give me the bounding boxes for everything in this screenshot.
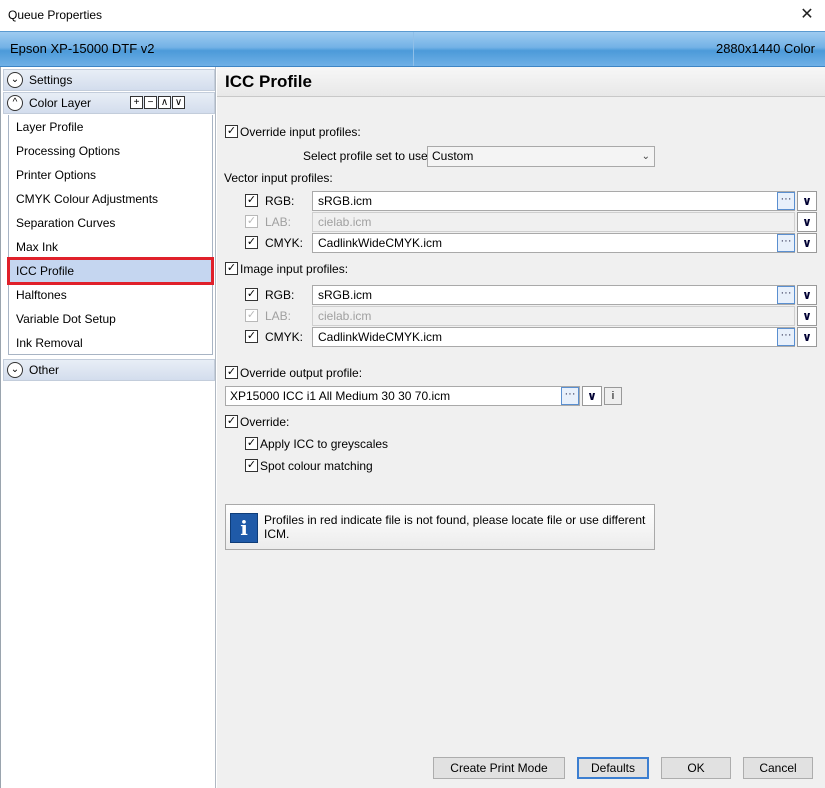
- vector-cmyk-field[interactable]: CadlinkWideCMYK.icm: [312, 233, 795, 253]
- override-output-label: Override output profile:: [240, 366, 363, 380]
- vector-cmyk-browse-button[interactable]: ···: [777, 234, 795, 252]
- info-icon: i: [230, 513, 258, 543]
- other-label: Other: [29, 363, 60, 377]
- vector-lab-label: LAB:: [265, 215, 292, 229]
- vector-cmyk-label: CMYK:: [265, 236, 304, 250]
- window-title: Queue Properties: [8, 8, 103, 22]
- info-message: i Profiles in red indicate file is not f…: [225, 504, 655, 550]
- override-checkbox[interactable]: ✓: [225, 415, 238, 428]
- sidebar-item-separation-curves[interactable]: Separation Curves: [9, 211, 212, 235]
- color-layer-section[interactable]: ^ Color Layer + − ∧ ∨: [3, 92, 215, 114]
- sidebar-item-processing-options[interactable]: Processing Options: [9, 139, 212, 163]
- chevron-down-icon[interactable]: ⌄: [7, 362, 23, 378]
- remove-layer-button[interactable]: −: [144, 96, 157, 109]
- cancel-button[interactable]: Cancel: [743, 757, 813, 779]
- sidebar-item-layer-profile[interactable]: Layer Profile: [9, 115, 212, 139]
- color-layer-label: Color Layer: [29, 96, 92, 110]
- page-title: ICC Profile: [225, 72, 312, 91]
- image-cmyk-label: CMYK:: [265, 330, 304, 344]
- vector-rgb-browse-button[interactable]: ···: [777, 192, 795, 210]
- output-browse-button[interactable]: ···: [561, 387, 579, 405]
- chevron-down-icon: ⌄: [641, 151, 650, 162]
- printer-header: Epson XP-15000 DTF v2 2880x1440 Color: [0, 31, 825, 67]
- vector-lab-field: cielab.icm: [312, 212, 795, 232]
- vector-rgb-checkbox[interactable]: ✓: [245, 194, 258, 207]
- resolution-label: 2880x1440 Color: [715, 41, 815, 56]
- defaults-button[interactable]: Defaults: [577, 757, 649, 779]
- create-print-mode-button[interactable]: Create Print Mode: [433, 757, 565, 779]
- profile-set-value: Custom: [432, 149, 474, 163]
- vector-cmyk-dropdown[interactable]: ∨: [797, 233, 817, 253]
- image-rgb-field[interactable]: sRGB.icm: [312, 285, 795, 305]
- info-text: Profiles in red indicate file is not fou…: [264, 513, 646, 541]
- sidebar-item-printer-options[interactable]: Printer Options: [9, 163, 212, 187]
- sidebar-item-variable-dot-setup[interactable]: Variable Dot Setup: [9, 307, 212, 331]
- image-rgb-browse-button[interactable]: ···: [777, 286, 795, 304]
- image-rgb-dropdown[interactable]: ∨: [797, 285, 817, 305]
- vector-input-label: Vector input profiles:: [224, 171, 333, 185]
- vector-cmyk-checkbox[interactable]: ✓: [245, 236, 258, 249]
- image-rgb-checkbox[interactable]: ✓: [245, 288, 258, 301]
- sidebar-item-max-ink[interactable]: Max Ink: [9, 235, 212, 259]
- spot-colour-matching-label: Spot colour matching: [260, 459, 373, 473]
- title-bar: Queue Properties ✕: [0, 0, 825, 31]
- override-label: Override:: [240, 415, 290, 429]
- image-lab-dropdown[interactable]: ∨: [797, 306, 817, 326]
- header-divider: [413, 32, 414, 66]
- apply-icc-greyscales-label: Apply ICC to greyscales: [260, 437, 389, 451]
- image-lab-field: cielab.icm: [312, 306, 795, 326]
- settings-section[interactable]: ⌄ Settings: [3, 69, 215, 91]
- override-input-label: Override input profiles:: [240, 125, 361, 139]
- sidebar: ⌄ Settings ^ Color Layer + − ∧ ∨ Layer Prof…: [0, 67, 216, 788]
- chevron-down-icon[interactable]: ⌄: [7, 72, 23, 88]
- image-cmyk-dropdown[interactable]: ∨: [797, 327, 817, 347]
- override-output-checkbox[interactable]: ✓: [225, 366, 238, 379]
- ok-button[interactable]: OK: [661, 757, 731, 779]
- sidebar-item-ink-removal[interactable]: Ink Removal: [9, 331, 212, 355]
- printer-name: Epson XP-15000 DTF v2: [10, 41, 155, 56]
- sidebar-item-icc-profile[interactable]: ICC Profile: [7, 257, 214, 285]
- chevron-up-icon[interactable]: ^: [7, 95, 23, 111]
- page-title-bar: ICC Profile: [217, 67, 825, 97]
- profile-set-select[interactable]: Custom ⌄: [427, 146, 655, 167]
- image-lab-checkbox: ✓: [245, 309, 258, 322]
- image-cmyk-field[interactable]: CadlinkWideCMYK.icm: [312, 327, 795, 347]
- override-input-checkbox[interactable]: ✓: [225, 125, 238, 138]
- close-icon[interactable]: ✕: [795, 3, 819, 27]
- move-up-button[interactable]: ∧: [158, 96, 171, 109]
- layer-tools: + − ∧ ∨: [130, 96, 186, 110]
- color-layer-list: Layer Profile Processing Options Printer…: [7, 115, 214, 355]
- vector-lab-dropdown[interactable]: ∨: [797, 212, 817, 232]
- image-input-checkbox[interactable]: ✓: [225, 262, 238, 275]
- image-lab-label: LAB:: [265, 309, 292, 323]
- main-panel: ICC Profile ✓ Override input profiles: S…: [217, 67, 825, 788]
- vector-lab-checkbox: ✓: [245, 215, 258, 228]
- move-down-button[interactable]: ∨: [172, 96, 185, 109]
- other-section[interactable]: ⌄ Other: [3, 359, 215, 381]
- output-info-button[interactable]: i: [604, 387, 622, 405]
- settings-label: Settings: [29, 73, 73, 87]
- profile-set-label: Select profile set to use:: [303, 149, 432, 163]
- image-cmyk-browse-button[interactable]: ···: [777, 328, 795, 346]
- vector-rgb-field[interactable]: sRGB.icm: [312, 191, 795, 211]
- image-rgb-label: RGB:: [265, 288, 295, 302]
- add-layer-button[interactable]: +: [130, 96, 143, 109]
- output-profile-field[interactable]: XP15000 ICC i1 All Medium 30 30 70.icm: [225, 386, 580, 406]
- image-cmyk-checkbox[interactable]: ✓: [245, 330, 258, 343]
- output-dropdown[interactable]: ∨: [582, 386, 602, 406]
- image-input-label: Image input profiles:: [240, 262, 349, 276]
- sidebar-item-halftones[interactable]: Halftones: [9, 283, 212, 307]
- sidebar-item-cmyk-colour-adjustments[interactable]: CMYK Colour Adjustments: [9, 187, 212, 211]
- apply-icc-greyscales-checkbox[interactable]: ✓: [245, 437, 258, 450]
- vector-rgb-label: RGB:: [265, 194, 295, 208]
- spot-colour-matching-checkbox[interactable]: ✓: [245, 459, 258, 472]
- vector-rgb-dropdown[interactable]: ∨: [797, 191, 817, 211]
